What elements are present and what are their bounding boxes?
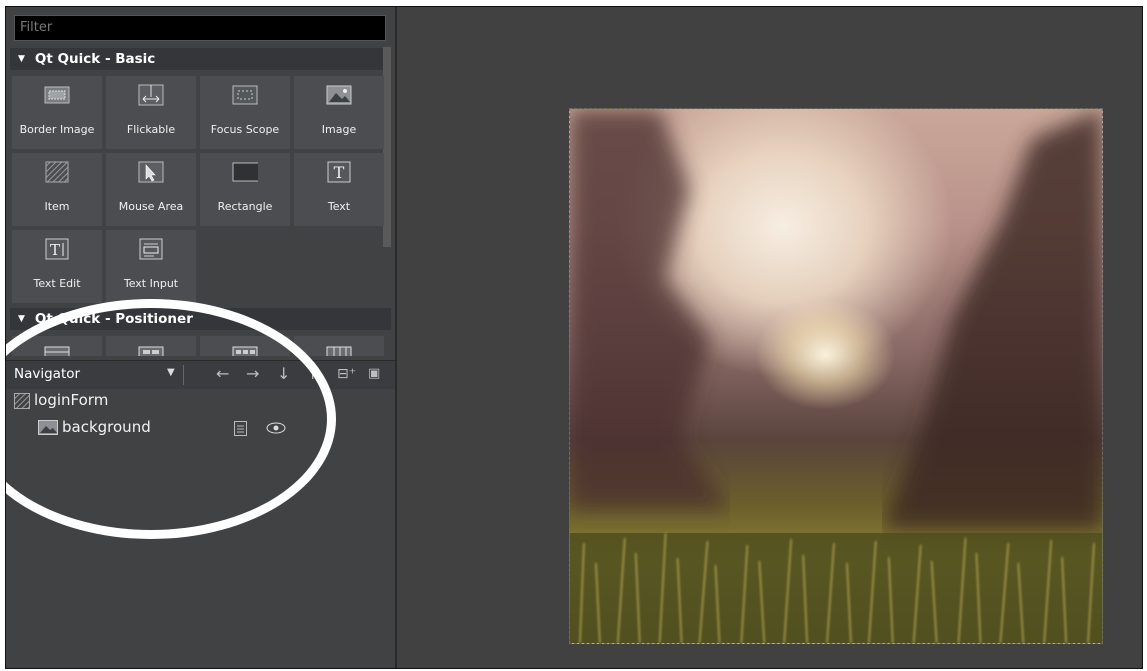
arrow-down-icon[interactable]: ↓ bbox=[277, 365, 290, 383]
focus-scope-icon bbox=[232, 84, 258, 106]
navigator-toolbar: Navigator ▼ ← → ↓ ↑ ⊟⁺ ▣ bbox=[6, 360, 395, 389]
item-label: Rectangle bbox=[217, 200, 273, 213]
item-label: Image bbox=[321, 123, 357, 136]
library-item-item[interactable]: Item bbox=[12, 153, 102, 226]
library-item-positioner[interactable] bbox=[106, 336, 196, 356]
library-item-positioner[interactable] bbox=[294, 336, 384, 356]
library-item-text[interactable]: T Text bbox=[294, 153, 384, 226]
item-label: Mouse Area bbox=[118, 200, 184, 213]
library-item-focus-scope[interactable]: Focus Scope bbox=[200, 76, 290, 149]
item-label: Text Input bbox=[123, 277, 179, 290]
add-split-icon[interactable]: ⊟⁺ bbox=[337, 365, 356, 383]
library-item-text-input[interactable]: Text Input bbox=[106, 230, 196, 303]
highlight-ellipse bbox=[6, 299, 336, 539]
arrow-right-icon[interactable]: → bbox=[246, 365, 259, 383]
category-label: Qt Quick - Positioner bbox=[34, 311, 193, 327]
toolbar-separator bbox=[183, 365, 184, 385]
image-icon bbox=[326, 84, 352, 106]
text-input-icon bbox=[138, 238, 164, 260]
svg-text:T: T bbox=[334, 163, 345, 182]
arrow-up-icon[interactable]: ↑ bbox=[306, 365, 319, 383]
column-icon bbox=[44, 342, 70, 356]
item-label: Item bbox=[44, 200, 70, 213]
flow-icon bbox=[138, 342, 164, 356]
tree-item-label: loginForm bbox=[34, 391, 109, 409]
library-item-text-edit[interactable]: T Text Edit bbox=[12, 230, 102, 303]
grass-foreground bbox=[570, 532, 1102, 643]
library-grid: Border Image Flickable Focus Scope Image… bbox=[12, 76, 384, 304]
border-image-icon bbox=[44, 84, 70, 106]
item-icon bbox=[44, 161, 70, 183]
filter-tree-icon[interactable]: ▣ bbox=[368, 365, 380, 383]
collapse-arrow-icon: ▼ bbox=[18, 54, 25, 64]
library-scrollbar[interactable] bbox=[383, 47, 391, 247]
dropdown-arrow-icon[interactable]: ▼ bbox=[167, 367, 175, 378]
arrow-left-icon[interactable]: ← bbox=[216, 365, 229, 383]
row-icon bbox=[326, 342, 352, 356]
library-item-flickable[interactable]: Flickable bbox=[106, 76, 196, 149]
qt-creator-window: Filter ▼ Qt Quick - Basic Border Image Fl… bbox=[5, 6, 1143, 669]
text-edit-icon: T bbox=[44, 238, 70, 260]
item-label: Text bbox=[327, 200, 351, 213]
item-icon bbox=[14, 393, 30, 409]
item-label: Border Image bbox=[19, 123, 95, 136]
library-item-mouse-area[interactable]: Mouse Area bbox=[106, 153, 196, 226]
library-item-image[interactable]: Image bbox=[294, 76, 384, 149]
text-icon: T bbox=[326, 161, 352, 183]
rectangle-icon bbox=[232, 161, 258, 183]
library-item-positioner[interactable] bbox=[200, 336, 290, 356]
category-qt-quick-positioner[interactable]: ▼ Qt Quick - Positioner bbox=[10, 308, 391, 330]
image-icon bbox=[38, 420, 58, 435]
category-qt-quick-basic[interactable]: ▼ Qt Quick - Basic bbox=[10, 48, 391, 70]
item-label: Focus Scope bbox=[210, 123, 280, 136]
mouse-area-icon bbox=[138, 161, 164, 183]
canvas-background-image[interactable] bbox=[569, 108, 1103, 644]
flickable-icon bbox=[138, 84, 164, 106]
tree-item-label: background bbox=[62, 418, 151, 436]
library-item-positioner[interactable] bbox=[12, 336, 102, 356]
navigator-title: Navigator bbox=[14, 366, 81, 382]
item-label: Flickable bbox=[126, 123, 176, 136]
positioner-items-row bbox=[12, 336, 384, 356]
visibility-eye-icon[interactable] bbox=[266, 422, 286, 434]
category-label: Qt Quick - Basic bbox=[34, 51, 156, 67]
filter-input[interactable]: Filter bbox=[14, 15, 386, 41]
library-item-rectangle[interactable]: Rectangle bbox=[200, 153, 290, 226]
item-label: Text Edit bbox=[33, 277, 81, 290]
grid-icon bbox=[232, 342, 258, 356]
left-panel: Filter ▼ Qt Quick - Basic Border Image Fl… bbox=[6, 7, 397, 668]
svg-text:T: T bbox=[50, 241, 60, 259]
library-item-border-image[interactable]: Border Image bbox=[12, 76, 102, 149]
collapse-arrow-icon: ▼ bbox=[18, 314, 25, 324]
export-icon[interactable] bbox=[234, 421, 247, 436]
